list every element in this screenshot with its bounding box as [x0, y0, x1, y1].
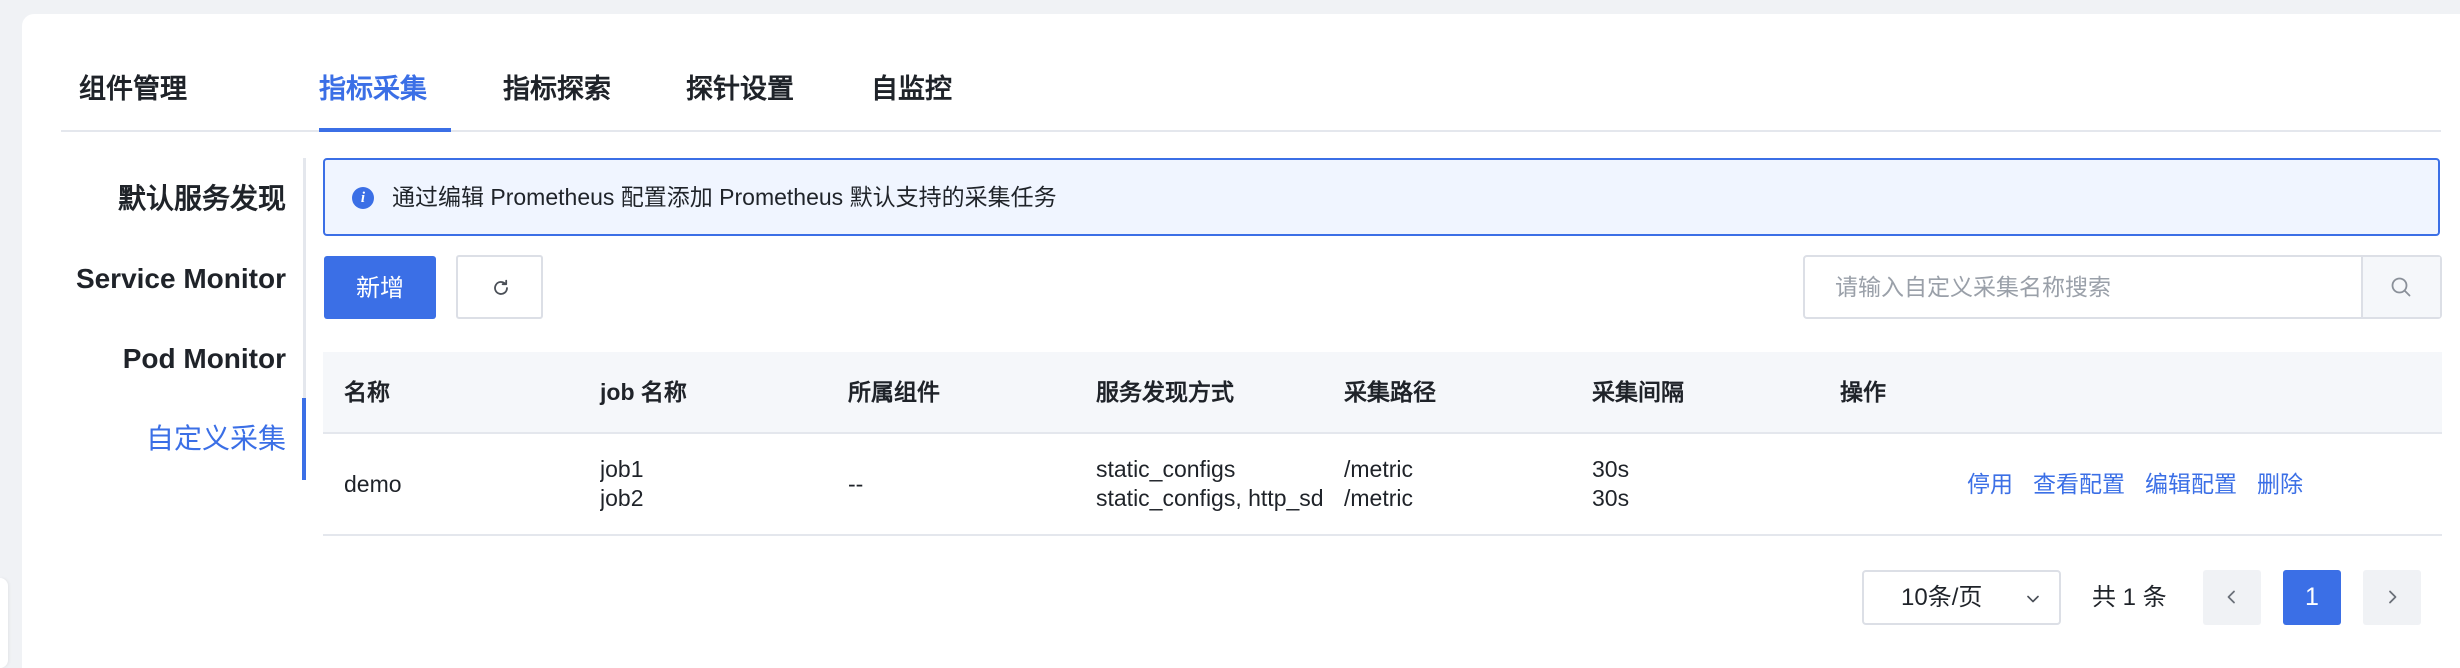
job-name: job1 [600, 456, 644, 482]
info-icon: i [352, 187, 374, 209]
cell-name: demo [344, 434, 584, 534]
tab-component-management[interactable]: 组件管理 [79, 70, 187, 130]
cell-job-names: job1 job2 [600, 434, 835, 534]
search-button[interactable] [2361, 257, 2440, 317]
interval-value: 30s [1592, 456, 1630, 482]
disable-link[interactable]: 停用 [1967, 470, 2013, 499]
search-input[interactable] [1805, 257, 2365, 317]
tab-probe-settings[interactable]: 探针设置 [686, 70, 794, 130]
table-header: 名称 job 名称 所属组件 服务发现方式 采集路径 采集间隔 操作 [323, 352, 2442, 434]
table-row: demo job1 job2 -- static_configs static_… [323, 434, 2442, 536]
cell-discovery: static_configs static_configs, http_sd_c… [1096, 434, 1322, 534]
add-button[interactable]: 新增 [324, 256, 436, 319]
page-size-value: 10条/页 [1901, 584, 1983, 611]
component-value: -- [848, 470, 864, 497]
chevron-down-icon [2027, 595, 2039, 603]
cell-actions: 停用 查看配置 编辑配置 删除 [1840, 434, 2430, 534]
tab-metric-explore[interactable]: 指标探索 [503, 70, 611, 130]
discovery-value: static_configs [1096, 456, 1236, 482]
col-name: 名称 [344, 379, 390, 405]
path-value: /metric [1344, 485, 1413, 511]
page-number[interactable]: 1 [2283, 570, 2341, 625]
name-value: demo [344, 470, 402, 497]
collection-table: 名称 job 名称 所属组件 服务发现方式 采集路径 采集间隔 操作 demo … [323, 352, 2442, 536]
chevron-left-icon [2227, 590, 2235, 604]
col-interval: 采集间隔 [1592, 379, 1684, 405]
col-job-name: job 名称 [600, 379, 687, 405]
side-item-pod-monitor[interactable]: Pod Monitor [123, 329, 286, 389]
side-nav-active-indicator [302, 398, 306, 480]
path-value: /metric [1344, 456, 1413, 482]
active-tab-indicator [319, 128, 451, 132]
info-alert: i 通过编辑 Prometheus 配置添加 Prometheus 默认支持的采… [323, 158, 2440, 236]
discovery-value: static_configs, http_sd_configs [1096, 485, 1322, 511]
job-name: job2 [600, 485, 644, 511]
refresh-button[interactable] [456, 255, 543, 319]
tab-metric-collection[interactable]: 指标采集 [319, 70, 427, 130]
col-component: 所属组件 [848, 379, 940, 405]
refresh-icon [494, 279, 508, 295]
tab-self-monitoring[interactable]: 自监控 [871, 70, 952, 130]
search-icon [2391, 277, 2411, 297]
interval-value: 30s [1592, 485, 1630, 511]
side-nav: 默认服务发现 Service Monitor Pod Monitor 自定义采集 [40, 158, 306, 480]
cell-path: /metric /metric [1344, 434, 1579, 534]
next-page-button[interactable] [2363, 570, 2421, 625]
delete-link[interactable]: 删除 [2257, 470, 2303, 499]
prev-page-button[interactable] [2203, 570, 2261, 625]
search-box [1803, 255, 2442, 319]
col-path: 采集路径 [1344, 379, 1436, 405]
side-item-default-discovery[interactable]: 默认服务发现 [118, 169, 286, 229]
chevron-right-icon [2389, 590, 2397, 604]
cell-interval: 30s 30s [1592, 434, 1827, 534]
edit-config-link[interactable]: 编辑配置 [2145, 470, 2237, 499]
info-text: 通过编辑 Prometheus 配置添加 Prometheus 默认支持的采集任… [392, 184, 1057, 210]
col-actions: 操作 [1840, 379, 1886, 405]
side-panel-edge [0, 578, 8, 668]
view-config-link[interactable]: 查看配置 [2033, 470, 2125, 499]
total-count: 共 1 条 [2092, 584, 2167, 611]
side-item-service-monitor[interactable]: Service Monitor [76, 249, 286, 309]
top-tabs: 组件管理 指标采集 指标探索 探针设置 自监控 [61, 70, 2441, 132]
side-item-custom-collection[interactable]: 自定义采集 [146, 409, 286, 469]
cell-component: -- [848, 434, 1083, 534]
col-discovery: 服务发现方式 [1096, 379, 1234, 405]
page-size-select[interactable]: 10条/页 [1862, 570, 2061, 625]
